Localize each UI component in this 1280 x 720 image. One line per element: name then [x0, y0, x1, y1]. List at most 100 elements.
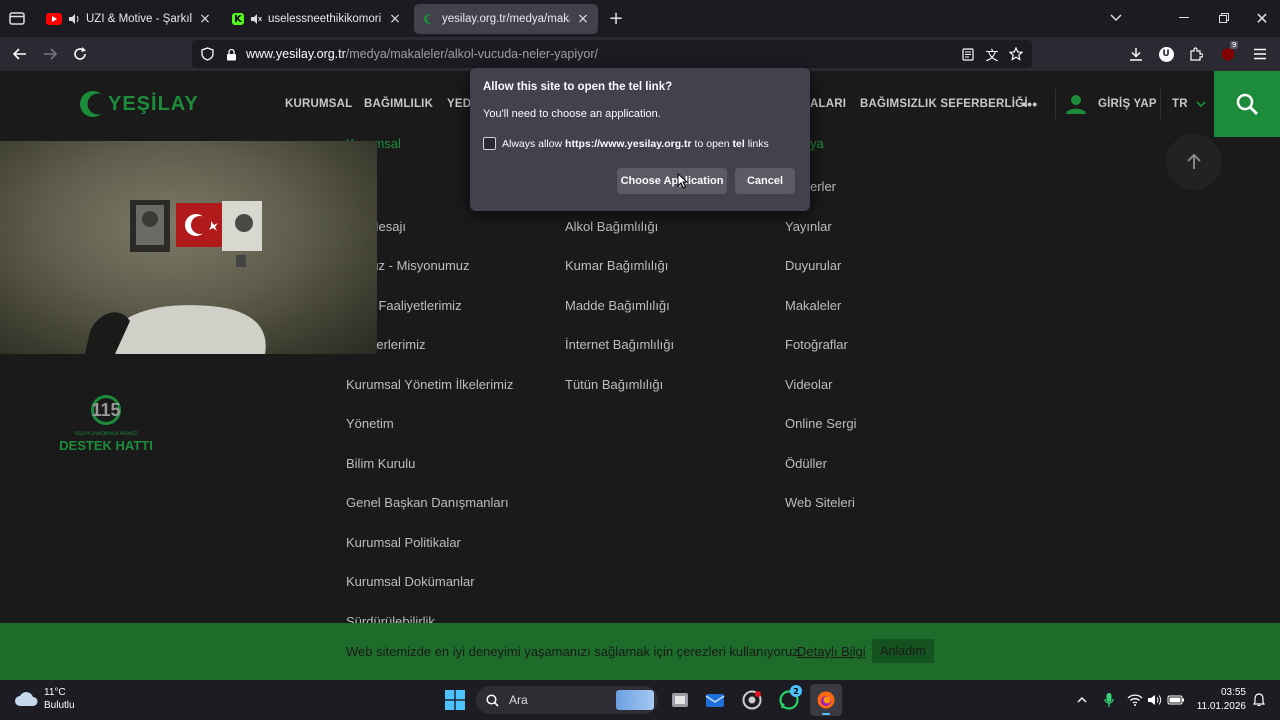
column-heading[interactable]: ya — [810, 136, 824, 151]
whatsapp-app-icon[interactable]: 2 — [777, 685, 802, 712]
destek-hatti-logo[interactable]: 115 YEŞİLAY DANIŞMANLIK MERKEZİ DESTEK H… — [56, 395, 156, 465]
footer-link[interactable]: Kurumsal Politikalar — [346, 535, 461, 550]
close-window-button[interactable]: ✕ — [1250, 8, 1274, 28]
battery-icon[interactable] — [1166, 690, 1186, 710]
clock-date: 11.01.2026 — [1196, 701, 1246, 712]
footer-link[interactable]: Kurumsal Dokümanlar — [346, 574, 475, 589]
footer-link[interactable]: Bilim Kurulu — [346, 456, 415, 471]
downloads-icon[interactable] — [1122, 40, 1150, 68]
restore-button[interactable] — [1212, 8, 1236, 28]
translate-icon[interactable]: 文 — [980, 45, 1004, 64]
tab-title: UZI & Motive - Şarkılar Sok — [86, 13, 192, 25]
choose-application-button[interactable]: Choose Application — [617, 168, 727, 194]
speaker-icon[interactable] — [68, 13, 80, 25]
menu-bagimlilik[interactable]: BAĞIMLILIK — [364, 71, 433, 137]
bookmark-star-icon[interactable] — [1004, 47, 1028, 61]
language-select[interactable]: TR — [1172, 71, 1206, 137]
footer-link[interactable]: Kumar Bağımlılığı — [565, 258, 668, 273]
footer-link[interactable]: Genel Başkan Danışmanları — [346, 495, 509, 510]
always-allow-label[interactable]: Always allow https://www.yesilay.org.tr … — [502, 138, 769, 150]
footer-link[interactable]: Online Sergi — [785, 416, 857, 431]
label-part: Always allow — [502, 137, 566, 150]
login-button[interactable]: GİRİŞ YAP — [1066, 71, 1157, 137]
taskbar-search-box[interactable]: Ara — [476, 686, 658, 714]
tab-overview-icon[interactable] — [8, 9, 26, 27]
wifi-icon[interactable] — [1126, 690, 1144, 710]
weather-widget[interactable]: 11°C Bulutlu — [14, 686, 75, 712]
notification-badge: 9 — [1230, 41, 1239, 49]
yesilay-crescent-icon — [422, 13, 436, 25]
back-button[interactable] — [6, 40, 34, 68]
tab-strip: UZI & Motive - Şarkılar Sok × K uselessn… — [0, 0, 1280, 37]
forward-button[interactable] — [36, 40, 64, 68]
close-tab-icon[interactable]: × — [388, 12, 402, 26]
list-tabs-chevron-icon[interactable] — [1106, 9, 1126, 27]
new-tab-button[interactable]: + — [606, 8, 626, 29]
label-part: links — [744, 137, 769, 150]
app-menu-icon[interactable] — [1246, 40, 1274, 68]
footer-link[interactable]: Tütün Bağımlılığı — [565, 377, 663, 392]
ublock-shield-icon[interactable]: 9 — [1214, 40, 1242, 68]
tab-youtube[interactable]: UZI & Motive - Şarkılar Sok × — [38, 4, 220, 34]
menu-bagimsizlik-seferberligi[interactable]: BAĞIMSIZLIK SEFERBERLİĞİ — [860, 71, 1028, 137]
address-bar[interactable]: www.yesilay.org.tr/medya/makaleler/alkol… — [192, 40, 1032, 68]
divider — [1055, 89, 1056, 119]
footer-link[interactable]: Videolar — [785, 377, 832, 392]
search-icon — [486, 693, 499, 707]
footer-link[interactable]: Alkol Bağımlılığı — [565, 219, 658, 234]
cookie-accept-button[interactable]: Anladım — [872, 639, 934, 663]
reload-button[interactable] — [66, 40, 94, 68]
close-tab-icon[interactable]: × — [198, 12, 212, 26]
cookie-details-link[interactable]: Detaylı Bilgi — [797, 644, 866, 659]
minimize-button[interactable] — [1172, 8, 1196, 28]
search-placeholder: Ara — [509, 693, 528, 707]
footer-link[interactable]: Kurumsal Yönetim İlkelerimiz — [346, 377, 513, 392]
tracking-protection-shield-icon[interactable] — [194, 47, 220, 61]
close-tab-icon[interactable]: × — [576, 12, 590, 26]
footer-link[interactable]: Yönetim — [346, 416, 394, 431]
footer-link[interactable]: İnternet Bağımlılığı — [565, 337, 674, 352]
microphone-icon[interactable] — [1100, 690, 1118, 710]
footer-link[interactable]: Yayınlar — [785, 219, 832, 234]
dialog-title: Allow this site to open the tel link? — [483, 81, 673, 93]
tab-yesilay[interactable]: yesilay.org.tr/medya/makaleler/ × — [414, 4, 598, 34]
scroll-to-top-button[interactable] — [1166, 134, 1222, 190]
reader-view-icon[interactable] — [956, 47, 980, 61]
windows-start-icon[interactable] — [442, 687, 468, 713]
label-protocol: tel — [732, 137, 745, 150]
system-tray-chevron-icon[interactable] — [1072, 690, 1092, 710]
youtube-icon — [46, 13, 62, 25]
search-button[interactable] — [1214, 71, 1280, 137]
firefox-app-icon[interactable] — [810, 684, 842, 716]
windows-taskbar: 11°C Bulutlu Ara 2 03:55 11.01.2026 — [0, 680, 1280, 720]
footer-link[interactable]: Ödüller — [785, 456, 827, 471]
volume-icon[interactable] — [1146, 690, 1164, 710]
notifications-bell-icon[interactable] — [1250, 690, 1268, 710]
menu-kurumsal[interactable]: KURUMSAL — [285, 71, 352, 137]
clock[interactable]: 03:55 11.01.2026 — [1190, 686, 1246, 714]
language-value: TR — [1172, 98, 1188, 110]
extensions-puzzle-icon[interactable] — [1182, 40, 1210, 68]
lock-icon[interactable] — [220, 48, 242, 61]
footer-link[interactable]: erler — [810, 179, 836, 194]
always-allow-checkbox[interactable] — [483, 137, 496, 150]
footer-link[interactable]: Web Siteleri — [785, 495, 855, 510]
more-menu-icon[interactable]: ••• — [1022, 71, 1037, 137]
webcam-image — [85, 200, 266, 354]
tab-kick[interactable]: K uselessneethikikomori Strea × — [224, 4, 410, 34]
footer-link[interactable]: Fotoğraflar — [785, 337, 848, 352]
task-view-icon[interactable] — [668, 688, 692, 712]
menu-truncated-2[interactable]: ALARI — [810, 71, 846, 137]
chrome-app-icon[interactable] — [740, 688, 764, 712]
profile-extension-icon[interactable]: U — [1152, 40, 1180, 68]
menu-truncated[interactable]: YED — [447, 71, 471, 137]
yesilay-logo[interactable]: YEŞİLAY — [78, 87, 199, 121]
footer-link[interactable]: Madde Bağımlılığı — [565, 298, 670, 313]
user-icon — [1066, 95, 1086, 114]
muted-speaker-icon[interactable] — [250, 13, 262, 25]
cancel-button[interactable]: Cancel — [735, 168, 795, 194]
footer-link[interactable]: Duyurular — [785, 258, 841, 273]
footer-link[interactable]: Makaleler — [785, 298, 841, 313]
mail-app-icon[interactable] — [703, 688, 727, 712]
tab-title: yesilay.org.tr/medya/makaleler/ — [442, 13, 570, 25]
